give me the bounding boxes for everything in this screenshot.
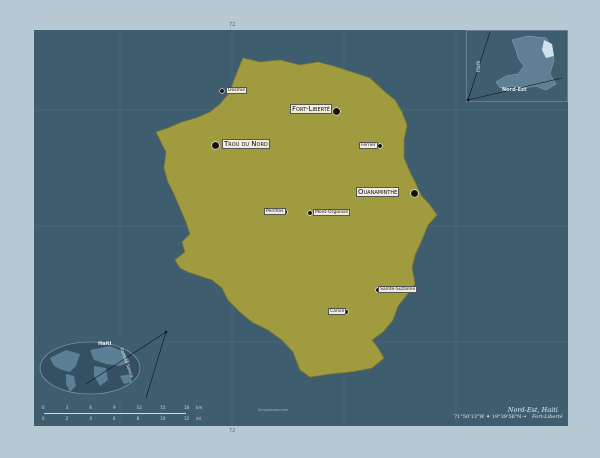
city-label-mont-organise: Mont-Organisé xyxy=(313,209,351,217)
scale-tick-label: 2 xyxy=(65,416,69,421)
scale-tick-label: 15 xyxy=(160,405,166,410)
scale-tick-label: 12 xyxy=(184,416,190,421)
graticule-top-label: 72 xyxy=(229,22,236,28)
city-marker-ouanaminthe xyxy=(410,189,418,197)
globe-label: Haiti xyxy=(98,341,112,347)
scale-tick-label: 6 xyxy=(89,405,92,410)
attribution: Simplemaps.com xyxy=(258,408,289,412)
map-figure: Haiti Nord-Est Haiti Kamaxa Sakara 03691… xyxy=(0,0,600,458)
inset-region-label: Nord-Est xyxy=(502,87,527,93)
scale-tick-label: 3 xyxy=(65,405,69,410)
graticule-bottom-label: 72 xyxy=(229,428,236,434)
scale-tick-label: 8 xyxy=(136,416,140,421)
city-label-dosmie: Dosmie xyxy=(226,87,247,95)
scale-unit-km: km xyxy=(196,405,203,410)
city-marker-fort-liberte xyxy=(332,107,340,115)
globe-pointer xyxy=(85,330,168,399)
scale-tick-label: 4 xyxy=(89,416,92,421)
city-label-sainte-suzanne: Sainte-Suzanne xyxy=(378,286,418,294)
city-label-trou-du-nord: Trou du Nord xyxy=(222,139,270,150)
city-label-carice: Carice xyxy=(328,308,347,316)
capital-note: Fort-Liberté xyxy=(532,414,563,420)
city-label-perches: Perches xyxy=(264,208,286,216)
city-marker-trou-du-nord xyxy=(211,141,219,149)
map-title: Nord-Est, Haiti xyxy=(507,406,558,414)
coordinates: 71°50'13"W ✦ 19°39'56"N xyxy=(454,414,522,420)
scale-tick-label: 18 xyxy=(184,405,190,410)
scale-bar: 0 3 6 9 12 15 18 0 2 4 6 8 10 12 km mi xyxy=(36,405,202,423)
map-info-block: Nord-Est, Haiti xyxy=(448,406,558,414)
legend-arrow: → xyxy=(522,414,527,420)
city-label-fort-liberte: Fort-Liberté xyxy=(290,104,332,115)
scale-tick-label: 12 xyxy=(136,405,142,410)
scale-tick-label: 0 xyxy=(42,405,45,410)
inset-country-label: Haiti xyxy=(476,60,482,72)
scale-tick-label: 6 xyxy=(113,416,116,421)
scale-tick-label: 10 xyxy=(160,416,166,421)
scale-tick-label: 9 xyxy=(113,405,116,410)
city-label-ouanaminthe: Ouanaminthe xyxy=(356,187,400,198)
city-label-ferrier: Ferrier xyxy=(359,142,378,150)
scale-tick-label: 0 xyxy=(42,416,45,421)
scale-unit-mi: mi xyxy=(196,416,202,421)
